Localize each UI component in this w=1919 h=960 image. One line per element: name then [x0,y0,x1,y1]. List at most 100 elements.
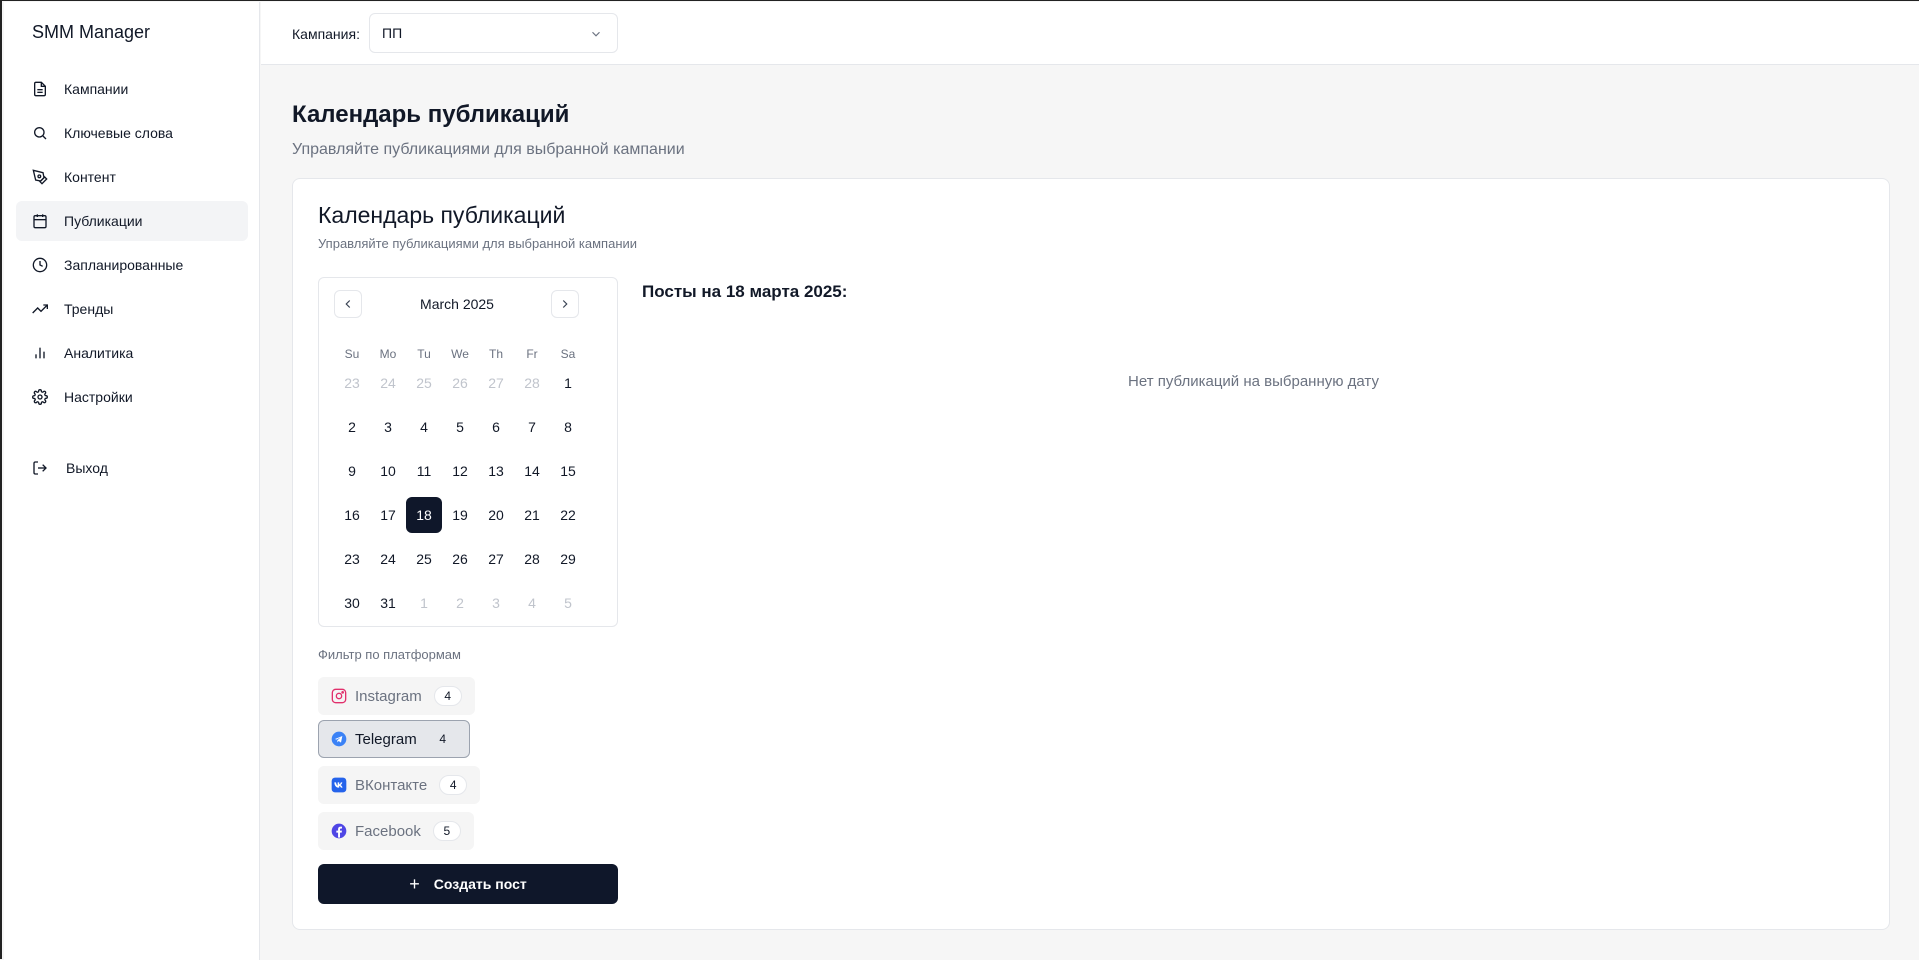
sidebar-item-content[interactable]: Контент [16,157,248,197]
calendar-day[interactable]: 10 [370,453,406,489]
weekday-label: Th [488,347,503,361]
calendar-day[interactable]: 1 [550,365,586,401]
calendar-day[interactable]: 23 [334,541,370,577]
sidebar-item-label: Контент [64,169,116,185]
calendar-day[interactable]: 25 [406,365,442,401]
calendar-day[interactable]: 11 [406,453,442,489]
page-subtitle: Управляйте публикациями для выбранной ка… [292,141,685,158]
sidebar-item-settings[interactable]: Настройки [16,377,248,417]
calendar-week-row: 23 24 25 26 27 28 1 [334,365,586,409]
calendar-day[interactable]: 29 [550,541,586,577]
chevron-down-icon [589,27,603,41]
weekday-label: Sa [560,347,576,361]
facebook-icon [331,823,347,839]
create-post-label: Создать пост [433,876,527,892]
calendar-day[interactable]: 12 [442,453,478,489]
platform-filter-instagram[interactable]: Instagram 4 [318,677,475,715]
logout-icon [32,460,48,476]
calendar-day-selected[interactable]: 18 [406,497,442,533]
instagram-icon [331,688,347,704]
sidebar-item-label: Кампании [64,81,129,97]
sidebar-item-analytics[interactable]: Аналитика [16,333,248,373]
calendar-day[interactable]: 3 [478,585,514,621]
platform-filter-facebook[interactable]: Facebook 5 [318,812,474,850]
calendar-day[interactable]: 1 [406,585,442,621]
document-icon [32,81,48,97]
sidebar-item-trends[interactable]: Тренды [16,289,248,329]
platform-count-badge: 4 [439,775,468,795]
calendar-day[interactable]: 16 [334,497,370,533]
weekday-label: Tu [417,347,431,361]
calendar-day[interactable]: 3 [370,409,406,445]
platform-name: Telegram [355,730,417,748]
calendar-day[interactable]: 20 [478,497,514,533]
calendar-day[interactable]: 19 [442,497,478,533]
campaign-select[interactable]: ПП [369,13,618,53]
logout-button[interactable]: Выход [32,460,108,476]
calendar-day[interactable]: 28 [514,541,550,577]
calendar-day[interactable]: 21 [514,497,550,533]
calendar-icon [32,213,48,229]
chevron-right-icon [558,297,572,311]
card-title: Календарь публикаций [318,202,566,228]
calendar-day[interactable]: 13 [478,453,514,489]
calendar-day[interactable]: 4 [514,585,550,621]
calendar: March 2025 Su Mo Tu We Th Fr Sa 23 24 25 26… [318,277,618,627]
calendar-day[interactable]: 5 [550,585,586,621]
calendar-week-row: 30 31 1 2 3 4 5 [334,585,586,629]
calendar-week-row: 2345678 [334,409,586,453]
calendar-day[interactable]: 6 [478,409,514,445]
sidebar-item-publications[interactable]: Публикации [16,201,248,241]
sidebar-item-label: Ключевые слова [64,125,173,141]
calendar-day[interactable]: 28 [514,365,550,401]
calendar-day[interactable]: 31 [370,585,406,621]
calendar-day[interactable]: 14 [514,453,550,489]
calendar-day[interactable]: 24 [370,365,406,401]
topbar: Кампания: ПП [261,2,1919,65]
calendar-day[interactable]: 7 [514,409,550,445]
page-title: Календарь публикаций [292,101,570,128]
platform-filter-vk[interactable]: ВКонтакте 4 [318,766,481,804]
weekday-label: Mo [379,347,397,361]
empty-state-message: Нет публикаций на выбранную дату [1128,373,1379,390]
calendar-day[interactable]: 4 [406,409,442,445]
calendar-day[interactable]: 26 [442,365,478,401]
calendar-day[interactable]: 22 [550,497,586,533]
platform-count-badge: 4 [433,686,462,706]
calendar-day[interactable]: 2 [334,409,370,445]
calendar-day[interactable]: 2 [442,585,478,621]
sidebar: SMM Manager Кампании Ключевые слова Конт… [4,2,260,960]
logout-label: Выход [66,460,108,476]
create-post-button[interactable]: + Создать пост [318,864,618,904]
platform-filter-telegram[interactable]: Telegram 4 [318,720,470,758]
trending-up-icon [32,301,48,317]
calendar-week-row: 16 17 18 19 20 21 22 [334,497,586,541]
calendar-day[interactable]: 8 [550,409,586,445]
calendar-day[interactable]: 15 [550,453,586,489]
calendar-day[interactable]: 24 [370,541,406,577]
calendar-day[interactable]: 26 [442,541,478,577]
platform-count-badge: 4 [439,732,447,746]
sidebar-item-scheduled[interactable]: Запланированные [16,245,248,285]
app-title: SMM Manager [32,22,151,42]
calendar-day[interactable]: 23 [334,365,370,401]
calendar-day[interactable]: 5 [442,409,478,445]
calendar-day[interactable]: 9 [334,453,370,489]
calendar-day[interactable]: 27 [478,365,514,401]
campaign-select-value: ПП [382,25,403,41]
platform-name: ВКонтакте [355,776,428,794]
sidebar-item-label: Настройки [64,389,133,405]
campaign-label: Кампания: [292,26,360,42]
calendar-next-button[interactable] [551,290,579,318]
sidebar-item-campaigns[interactable]: Кампании [16,69,248,109]
calendar-day[interactable]: 17 [370,497,406,533]
calendar-week-row: 23 24 25 26 27 28 29 [334,541,586,585]
platform-count-badge: 5 [432,821,461,841]
sidebar-item-keywords[interactable]: Ключевые слова [16,113,248,153]
calendar-day[interactable]: 27 [478,541,514,577]
calendar-day[interactable]: 30 [334,585,370,621]
calendar-day[interactable]: 25 [406,541,442,577]
gear-icon [32,389,48,405]
weekday-label: Su [344,347,360,361]
platform-filter-label: Фильтр по платформам [318,647,461,662]
